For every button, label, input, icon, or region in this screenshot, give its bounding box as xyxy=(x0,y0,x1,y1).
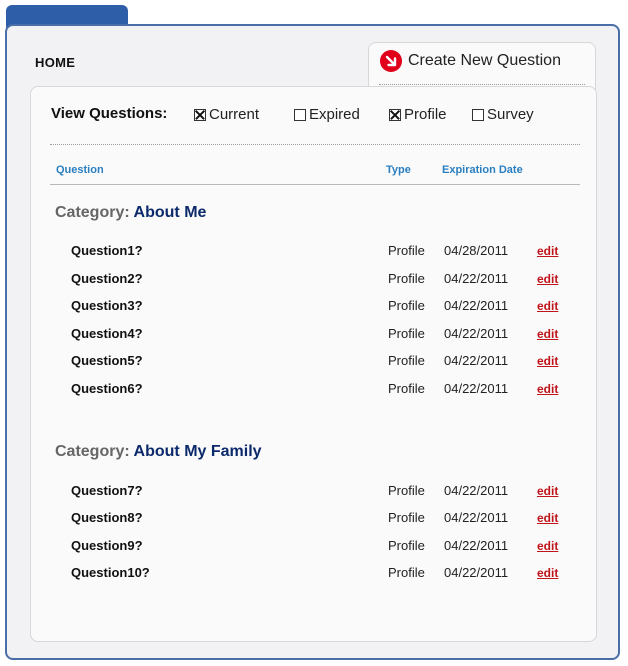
checkbox-current[interactable] xyxy=(194,108,206,121)
filter-expired[interactable]: Expired xyxy=(294,106,360,123)
question-type: Profile xyxy=(388,271,425,286)
column-header-type[interactable]: Type xyxy=(386,164,411,176)
filter-current-label: Current xyxy=(209,106,260,123)
category-name: About Me xyxy=(133,204,207,221)
question-expiration: 04/22/2011 xyxy=(444,298,509,313)
filter-profile[interactable]: Profile xyxy=(389,106,447,123)
category-heading-about-me: Category: About Me xyxy=(55,204,206,222)
edit-link[interactable]: edit xyxy=(537,511,558,525)
edit-link[interactable]: edit xyxy=(537,327,558,341)
edit-link[interactable]: edit xyxy=(537,484,558,498)
question-expiration: 04/22/2011 xyxy=(444,326,509,341)
edit-link[interactable]: edit xyxy=(537,566,558,580)
question-type: Profile xyxy=(388,298,425,313)
question-type: Profile xyxy=(388,565,425,580)
checkbox-profile[interactable] xyxy=(389,108,401,121)
question-type: Profile xyxy=(388,353,425,368)
question-expiration: 04/22/2011 xyxy=(444,565,509,580)
edit-link[interactable]: edit xyxy=(537,354,558,368)
question-type: Profile xyxy=(388,538,425,553)
question-expiration: 04/22/2011 xyxy=(444,353,509,368)
question-text: Question6? xyxy=(71,381,143,396)
category-name: About My Family xyxy=(133,443,262,460)
question-text: Question1? xyxy=(71,243,143,258)
header-divider xyxy=(50,184,580,185)
question-type: Profile xyxy=(388,381,425,396)
category-prefix: Category: xyxy=(55,443,130,460)
question-expiration: 04/22/2011 xyxy=(444,538,509,553)
question-text: Question5? xyxy=(71,353,143,368)
filter-survey-label: Survey xyxy=(487,106,534,123)
filter-expired-label: Expired xyxy=(309,106,360,123)
question-expiration: 04/22/2011 xyxy=(444,483,509,498)
question-text: Question4? xyxy=(71,326,143,341)
filter-divider xyxy=(50,144,580,145)
create-tab-divider xyxy=(379,84,585,85)
question-text: Question10? xyxy=(71,565,150,580)
edit-link[interactable]: edit xyxy=(537,539,558,553)
filter-profile-label: Profile xyxy=(404,106,447,123)
filter-survey[interactable]: Survey xyxy=(472,106,534,123)
question-type: Profile xyxy=(388,326,425,341)
arrow-down-right-icon xyxy=(380,50,402,72)
edit-link[interactable]: edit xyxy=(537,382,558,396)
edit-link[interactable]: edit xyxy=(537,244,558,258)
checkbox-expired[interactable] xyxy=(294,108,306,121)
question-type: Profile xyxy=(388,243,425,258)
question-text: Question2? xyxy=(71,271,143,286)
question-type: Profile xyxy=(388,510,425,525)
question-text: Question7? xyxy=(71,483,143,498)
question-text: Question9? xyxy=(71,538,143,553)
category-heading-about-my-family: Category: About My Family xyxy=(55,443,262,461)
column-header-question[interactable]: Question xyxy=(56,164,104,176)
edit-link[interactable]: edit xyxy=(537,299,558,313)
question-expiration: 04/28/2011 xyxy=(444,243,509,258)
question-type: Profile xyxy=(388,483,425,498)
home-link[interactable]: HOME xyxy=(35,55,75,70)
filter-current[interactable]: Current xyxy=(194,106,259,123)
question-text: Question3? xyxy=(71,298,143,313)
question-text: Question8? xyxy=(71,510,143,525)
create-question-label: Create New Question xyxy=(408,52,561,69)
category-prefix: Category: xyxy=(55,204,130,221)
question-expiration: 04/22/2011 xyxy=(444,271,509,286)
edit-link[interactable]: edit xyxy=(537,272,558,286)
checkbox-survey[interactable] xyxy=(472,108,484,121)
column-header-expiration[interactable]: Expiration Date xyxy=(442,164,523,176)
question-expiration: 04/22/2011 xyxy=(444,510,509,525)
view-questions-label: View Questions: xyxy=(51,105,168,122)
question-expiration: 04/22/2011 xyxy=(444,381,509,396)
